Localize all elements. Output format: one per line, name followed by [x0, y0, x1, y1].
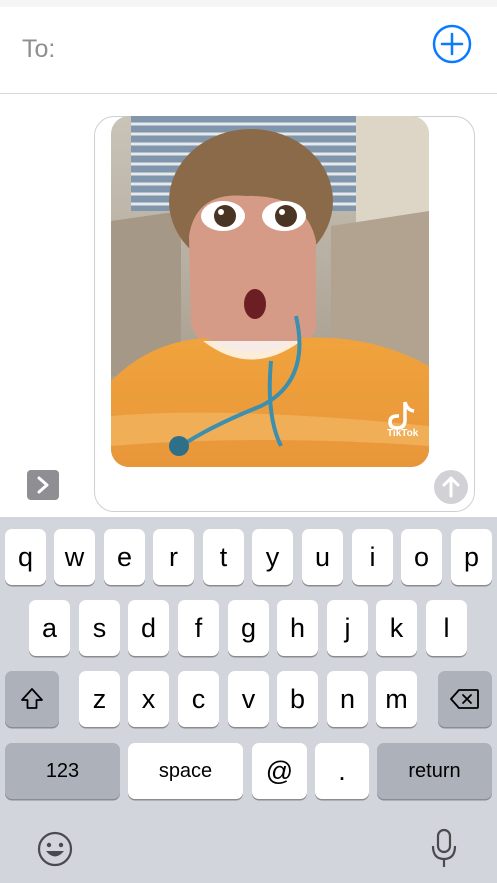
add-recipient-icon — [432, 24, 472, 64]
key-i[interactable]: i — [352, 529, 393, 585]
video-attachment[interactable]: TikTok — [111, 116, 429, 467]
expand-apps-button[interactable] — [27, 470, 59, 500]
numbers-key[interactable]: 123 — [5, 743, 120, 799]
key-z[interactable]: z — [79, 671, 120, 727]
key-o[interactable]: o — [401, 529, 442, 585]
key-e[interactable]: e — [104, 529, 145, 585]
key-b[interactable]: b — [277, 671, 318, 727]
key-a[interactable]: a — [29, 600, 70, 656]
key-m[interactable]: m — [376, 671, 417, 727]
key-p[interactable]: p — [451, 529, 492, 585]
add-recipient-button[interactable] — [432, 24, 472, 64]
shift-key[interactable] — [5, 671, 59, 727]
emoji-button[interactable] — [36, 830, 74, 868]
recipient-bar[interactable]: To: — [0, 7, 497, 94]
microphone-icon — [431, 828, 457, 867]
space-key[interactable]: space — [128, 743, 243, 799]
key-j[interactable]: j — [327, 600, 368, 656]
period-key[interactable]: . — [315, 743, 369, 799]
dictation-button[interactable] — [430, 828, 458, 870]
expand-chevron-icon — [37, 476, 49, 494]
return-key[interactable]: return — [377, 743, 492, 799]
key-w[interactable]: w — [54, 529, 95, 585]
key-l[interactable]: l — [426, 600, 467, 656]
key-k[interactable]: k — [376, 600, 417, 656]
key-n[interactable]: n — [327, 671, 368, 727]
key-y[interactable]: y — [252, 529, 293, 585]
key-x[interactable]: x — [128, 671, 169, 727]
key-d[interactable]: d — [128, 600, 169, 656]
key-f[interactable]: f — [178, 600, 219, 656]
key-q[interactable]: q — [5, 529, 46, 585]
key-s[interactable]: s — [79, 600, 120, 656]
key-h[interactable]: h — [277, 600, 318, 656]
shift-icon — [21, 688, 43, 709]
key-c[interactable]: c — [178, 671, 219, 727]
to-label: To: — [22, 35, 56, 63]
video-thumbnail: TikTok — [111, 116, 429, 467]
key-g[interactable]: g — [228, 600, 269, 656]
send-button[interactable] — [434, 470, 468, 504]
delete-key[interactable] — [438, 671, 492, 727]
tiktok-watermark: TikTok — [387, 428, 419, 439]
key-r[interactable]: r — [153, 529, 194, 585]
at-key[interactable]: @ — [252, 743, 307, 799]
emoji-icon — [37, 831, 73, 867]
key-u[interactable]: u — [302, 529, 343, 585]
key-t[interactable]: t — [203, 529, 244, 585]
key-v[interactable]: v — [228, 671, 269, 727]
delete-icon — [450, 689, 479, 709]
send-arrow-icon — [434, 470, 468, 504]
